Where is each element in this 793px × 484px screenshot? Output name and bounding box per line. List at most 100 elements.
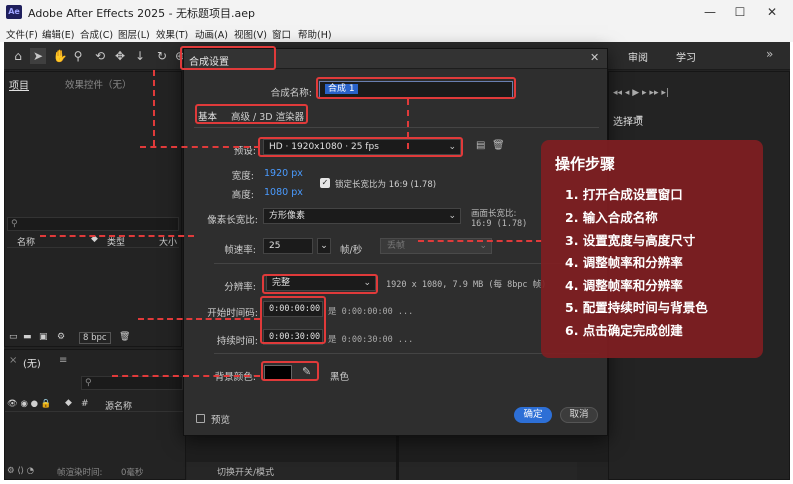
preview-checkbox[interactable] <box>196 414 205 423</box>
frame-rate-value: 25 <box>269 241 281 251</box>
frame-aspect-value: 16:9 (1.78) <box>471 219 528 229</box>
rotate-tool-icon[interactable]: ↻ <box>154 48 170 64</box>
arrow-timecode-left <box>138 318 260 320</box>
save-preset-icon[interactable]: ▤ <box>476 140 485 151</box>
interpret-footage-icon[interactable]: ▭ <box>9 332 18 342</box>
project-search-input[interactable]: ⚲ <box>7 217 179 231</box>
menu-animation[interactable]: 动画(A) <box>195 27 228 41</box>
ok-button[interactable]: 确定 <box>514 407 552 423</box>
effects-controls-tab[interactable]: 效果控件（无） <box>65 77 132 91</box>
height-value[interactable]: 1080 px <box>264 187 303 198</box>
menu-composition[interactable]: 合成(C) <box>80 27 113 41</box>
frame-rate-dropdown[interactable]: ⌄ <box>317 238 331 254</box>
title-bar: Ae Adobe After Effects 2025 - 无标题项目.aep … <box>0 0 793 24</box>
highlight-comp-name <box>316 77 516 99</box>
start-timecode-note: 是 0:00:00:00 ... <box>328 307 414 317</box>
playback-controls[interactable]: ◂◂ ◂ ▶ ▸ ▸▸ ▸| <box>613 88 669 98</box>
timeline-footer-icons[interactable]: ⚙ ⟨⟩ ◔ <box>7 466 34 476</box>
timeline-panel: × (无) ≡ ⚲ 👁 ◉ ● 🔒 ◆ # 源名称 ⚙ ⟨⟩ ◔ 帧渲染时间: … <box>4 349 186 480</box>
workspace-tab-learn[interactable]: 学习 <box>676 49 696 64</box>
column-name[interactable]: 名称 <box>17 235 35 248</box>
maximize-button[interactable]: ☐ <box>725 3 755 21</box>
width-value[interactable]: 1920 px <box>264 168 303 179</box>
arrow-framerate-left <box>40 235 194 237</box>
frame-rate-label: 帧速率: <box>224 245 256 256</box>
pixel-aspect-label: 像素长宽比: <box>207 215 258 226</box>
step-item: 4. 调整帧率和分辨率 <box>565 278 683 293</box>
window-title: Adobe After Effects 2025 - 无标题项目.aep <box>28 7 256 20</box>
dialog-close-icon[interactable]: ✕ <box>590 51 599 64</box>
menu-file[interactable]: 文件(F) <box>6 27 38 41</box>
new-folder-icon[interactable]: ▬ <box>23 332 32 342</box>
duration-note: 是 0:00:30:00 ... <box>328 335 414 345</box>
resolution-info: 1920 x 1080, 7.9 MB (每 8bpc 帧) <box>386 280 547 290</box>
menu-view[interactable]: 视图(V) <box>234 27 267 41</box>
tabs-divider <box>194 127 599 128</box>
highlight-dialog-title <box>180 46 276 70</box>
move-tool-icon[interactable]: ✥ <box>112 48 128 64</box>
render-time-value: 0毫秒 <box>121 468 144 478</box>
frame-rate-input[interactable]: 25 <box>263 238 313 254</box>
new-composition-icon[interactable]: ▣ <box>39 332 48 342</box>
timeline-close-icon[interactable]: × <box>9 355 17 366</box>
panel-menu-icon[interactable]: ≡ <box>635 113 643 124</box>
selection-tool-icon[interactable]: ➤ <box>30 48 46 64</box>
timeline-footer: ⚙ ⟨⟩ ◔ 帧渲染时间: 0毫秒 <box>5 465 185 479</box>
timeline-tab[interactable]: (无) <box>23 355 41 370</box>
arrow-bgcolor-left <box>112 375 260 377</box>
frame-rate-unit: 帧/秒 <box>340 245 363 256</box>
minimize-button[interactable]: — <box>695 3 725 21</box>
menu-window[interactable]: 窗口 <box>272 27 291 41</box>
orbit-tool-icon[interactable]: ⟲ <box>92 48 108 64</box>
pixel-aspect-select[interactable]: 方形像素 ⌄ <box>263 208 461 224</box>
step-item: 1. 打开合成设置窗口 <box>565 187 683 202</box>
highlight-resolution <box>262 274 378 294</box>
cancel-button[interactable]: 取消 <box>560 407 598 423</box>
menu-layer[interactable]: 图层(L) <box>118 27 150 41</box>
pixel-aspect-value: 方形像素 <box>269 211 306 221</box>
project-tab[interactable]: 项目 <box>9 77 29 92</box>
more-workspaces-icon[interactable]: » <box>766 47 773 61</box>
panel-menu-icon[interactable]: ≡ <box>59 355 67 366</box>
arrow-steps-to-framerate <box>418 240 542 242</box>
delete-preset-icon[interactable]: 🗑 <box>492 140 505 151</box>
timeline-bottom-bar: 切换开关/模式 <box>187 462 577 480</box>
menu-edit[interactable]: 编辑(E) <box>42 27 74 41</box>
number-column: # <box>81 399 89 409</box>
home-icon[interactable]: ⌂ <box>10 48 26 64</box>
timeline-columns: 👁 ◉ ● 🔒 ◆ # 源名称 <box>5 398 185 412</box>
trash-icon[interactable]: 🗑 <box>119 332 130 342</box>
arrow-dialog-to-preset <box>153 70 155 146</box>
bpc-button[interactable]: 8 bpc <box>79 332 111 344</box>
settings-icon[interactable]: ⚙ <box>57 332 65 342</box>
highlight-tabs <box>195 104 308 124</box>
highlight-timecodes <box>260 296 326 344</box>
lock-ratio-checkbox[interactable]: ✓ <box>320 178 330 188</box>
menu-help[interactable]: 帮助(H) <box>298 27 332 41</box>
comp-name-label: 合成名称: <box>270 88 312 99</box>
toggle-switches-modes[interactable]: 切换开关/模式 <box>217 465 274 478</box>
step-item: 6. 点击确定完成创建 <box>565 323 683 338</box>
width-label: 宽度: <box>231 171 254 182</box>
render-time-label: 帧渲染时间: <box>57 468 103 478</box>
preview-label: 预览 <box>211 415 231 426</box>
workspace-tab-review[interactable]: 审阅 <box>628 49 648 64</box>
timeline-search-input[interactable]: ⚲ <box>81 376 183 390</box>
resolution-label: 分辨率: <box>224 282 256 293</box>
hand-tool-icon[interactable]: ✋ <box>52 48 68 64</box>
step-item: 5. 配置持续时间与背景色 <box>565 300 708 315</box>
dolly-tool-icon[interactable]: ↓ <box>132 48 148 64</box>
drop-frame-value: 丢帧 <box>387 241 406 251</box>
menu-effect[interactable]: 效果(T) <box>156 27 188 41</box>
step-item: 3. 设置宽度与高度尺寸 <box>565 233 696 248</box>
duration-label: 持续时间: <box>216 336 258 347</box>
zoom-tool-icon[interactable]: ⚲ <box>70 48 86 64</box>
start-timecode-label: 开始时间码: <box>207 308 258 319</box>
search-icon: ⚲ <box>85 378 92 388</box>
close-window-button[interactable]: ✕ <box>757 3 787 21</box>
source-name-column[interactable]: 源名称 <box>105 399 132 412</box>
project-footer: ▭ ▬ ▣ ⚙ 8 bpc 🗑 <box>7 332 179 346</box>
arrow-preset-left <box>140 146 260 148</box>
frame-aspect-label: 画面长宽比: <box>471 209 517 219</box>
bg-color-name: 黑色 <box>330 372 350 383</box>
